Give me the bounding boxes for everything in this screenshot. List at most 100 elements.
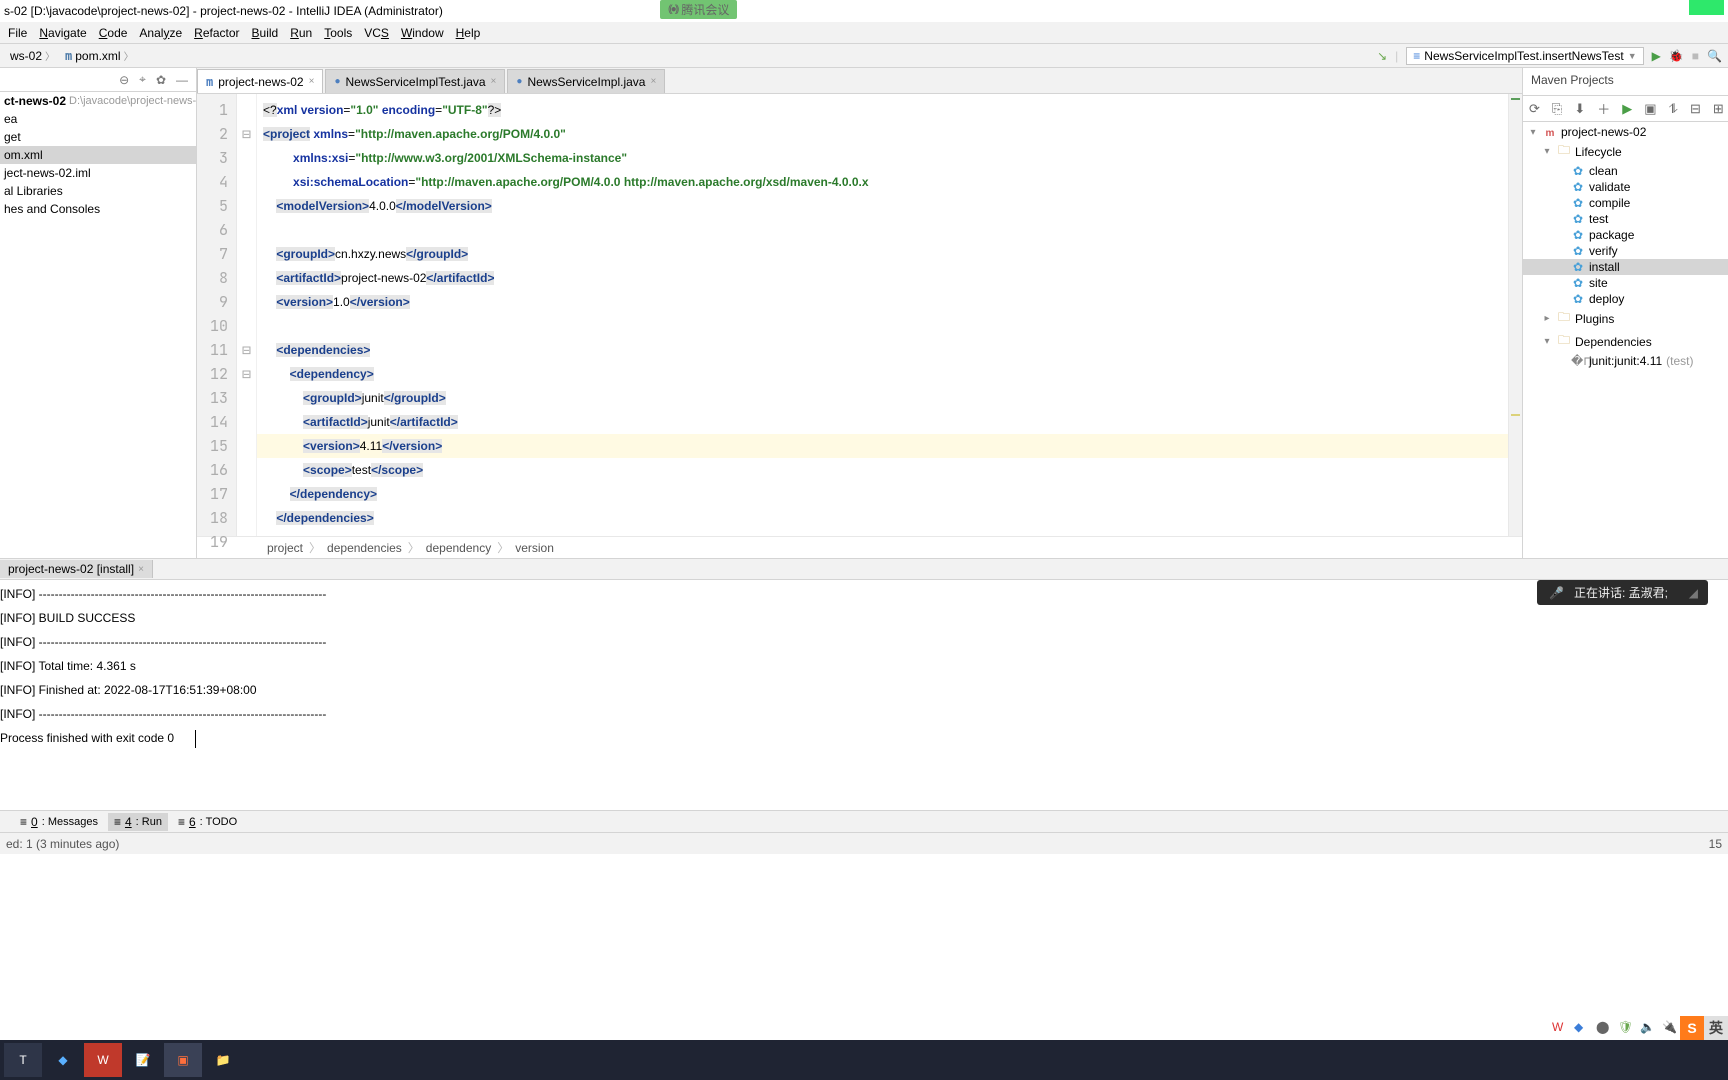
task-app[interactable]: 📁	[204, 1043, 242, 1077]
menu-window[interactable]: Window	[395, 24, 450, 42]
status-left: ed: 1 (3 minutes ago)	[6, 837, 119, 851]
exec-icon[interactable]: ▣	[1644, 101, 1656, 117]
project-tool-window: ⊖ ⌖ ✿ — ct-news-02 D:\javacode\project-n…	[0, 68, 197, 558]
close-icon[interactable]: ×	[138, 564, 144, 575]
console-output[interactable]: [INFO] ---------------------------------…	[0, 580, 1728, 810]
settings-icon[interactable]: ⊞	[1713, 101, 1724, 117]
maven-node[interactable]: ✿test	[1523, 211, 1728, 227]
editor-scrollbar[interactable]	[1508, 94, 1522, 536]
generate-icon[interactable]: ⎘	[1552, 101, 1562, 117]
window-control-placeholder	[1689, 0, 1724, 15]
task-app[interactable]: 📝	[124, 1043, 162, 1077]
hide-icon[interactable]: —	[176, 73, 188, 87]
tool-tab-messages[interactable]: ≡0: Messages	[14, 813, 104, 831]
status-bar: ed: 1 (3 minutes ago) 15	[0, 832, 1728, 854]
menu-refactor[interactable]: Refactor	[188, 24, 245, 42]
maven-node[interactable]: ✿deploy	[1523, 291, 1728, 307]
editor-tab[interactable]: NewsServiceImplTest.java×	[325, 69, 505, 93]
maven-node[interactable]: �⊓junit:junit:4.11 (test)	[1523, 353, 1728, 369]
project-item[interactable]: al Libraries	[0, 182, 196, 200]
mic-icon: 🎤	[1549, 586, 1564, 600]
search-icon[interactable]: 🔍	[1707, 49, 1722, 63]
close-icon[interactable]: ×	[650, 76, 656, 87]
maven-node[interactable]: ✿install	[1523, 259, 1728, 275]
menu-run[interactable]: Run	[284, 24, 318, 42]
task-app-intellij[interactable]: ▣	[164, 1043, 202, 1077]
menu-analyze[interactable]: Analyze	[133, 24, 188, 42]
maven-node[interactable]: ▾🗀Dependencies	[1523, 330, 1728, 353]
build-icon[interactable]: ↘	[1377, 49, 1387, 63]
toolbar: ws-02〉 mpom.xml〉 ↘ | ≡ NewsServiceImplTe…	[0, 44, 1728, 68]
download-icon[interactable]: ⬇	[1574, 101, 1585, 117]
taskbar: T ◆ W 📝 ▣ 📁	[0, 1040, 1728, 1080]
signal-icon: ◢	[1689, 586, 1698, 600]
titlebar: s-02 [D:\javacode\project-news-02] - pro…	[0, 0, 1728, 22]
add-icon[interactable]: ＋	[1597, 99, 1610, 118]
project-item[interactable]: hes and Consoles	[0, 200, 196, 218]
speaking-overlay: 🎤 正在讲话: 孟淑君; ◢	[1537, 580, 1708, 605]
breadcrumb-node[interactable]: dependency	[426, 541, 491, 555]
maven-node[interactable]: ▾mproject-news-02	[1523, 124, 1728, 140]
maven-node[interactable]: ▾🗀Lifecycle	[1523, 140, 1728, 163]
run-config-selector[interactable]: ≡ NewsServiceImplTest.insertNewsTest ▼	[1406, 47, 1643, 65]
editor-tab[interactable]: mproject-news-02×	[197, 69, 323, 93]
maven-node[interactable]: ✿compile	[1523, 195, 1728, 211]
menubar: FileNavigateCodeAnalyzeRefactorBuildRunT…	[0, 22, 1728, 44]
breadcrumb-node[interactable]: version	[515, 541, 554, 555]
menu-build[interactable]: Build	[246, 24, 285, 42]
menu-navigate[interactable]: Navigate	[33, 24, 92, 42]
maven-node[interactable]: ✿package	[1523, 227, 1728, 243]
close-icon[interactable]: ×	[491, 76, 497, 87]
maven-tool-window: Maven Projects ⟳ ⎘ ⬇ ＋ ▶ ▣ ⥮ ⊟ ⊞ ▾mproje…	[1522, 68, 1728, 558]
line-gutter: 12345678910111213141516171819	[197, 94, 237, 536]
maven-node[interactable]: ✿validate	[1523, 179, 1728, 195]
collapse-icon[interactable]: ⊖	[119, 73, 129, 87]
ime-indicator[interactable]: S 英	[1680, 1016, 1728, 1040]
menu-help[interactable]: Help	[450, 24, 487, 42]
window-title: s-02 [D:\javacode\project-news-02] - pro…	[4, 4, 443, 18]
menu-vcs[interactable]: VCS	[358, 24, 395, 42]
run-tab[interactable]: project-news-02 [install]×	[0, 560, 153, 578]
run-maven-icon[interactable]: ▶	[1622, 101, 1632, 117]
tool-tab-run[interactable]: ≡4: Run	[108, 813, 168, 831]
reimport-icon[interactable]: ⟳	[1529, 101, 1540, 117]
scroll-from-source-icon[interactable]: ⌖	[139, 72, 146, 87]
stop-icon[interactable]: ■	[1692, 49, 1699, 63]
maven-toolbar: ⟳ ⎘ ⬇ ＋ ▶ ▣ ⥮ ⊟ ⊞	[1523, 96, 1728, 122]
maven-node[interactable]: ✿verify	[1523, 243, 1728, 259]
project-item[interactable]: om.xml	[0, 146, 196, 164]
bottom-tool-tabs: ≡0: Messages≡4: Run≡6: TODO	[0, 810, 1728, 832]
toggle-icon[interactable]: ⥮	[1669, 101, 1678, 117]
project-item[interactable]: get	[0, 128, 196, 146]
debug-icon[interactable]: 🐞	[1669, 49, 1684, 63]
breadcrumb-item[interactable]: mpom.xml〉	[61, 47, 138, 64]
fold-gutter[interactable]: ⊟⊟⊟	[237, 94, 257, 536]
menu-file[interactable]: File	[2, 24, 33, 42]
maven-node[interactable]: ▸🗀Plugins	[1523, 307, 1728, 330]
project-item[interactable]: ject-news-02.iml	[0, 164, 196, 182]
collapse-all-icon[interactable]: ⊟	[1690, 101, 1701, 117]
task-app[interactable]: ◆	[44, 1043, 82, 1077]
meeting-badge: 腾讯会议	[660, 0, 737, 19]
task-app[interactable]: T	[4, 1043, 42, 1077]
editor: mproject-news-02×NewsServiceImplTest.jav…	[197, 68, 1522, 558]
menu-tools[interactable]: Tools	[318, 24, 358, 42]
editor-breadcrumb[interactable]: project〉dependencies〉dependency〉version	[197, 536, 1522, 558]
project-root[interactable]: ct-news-02 D:\javacode\project-news-02	[0, 92, 196, 110]
menu-code[interactable]: Code	[93, 24, 134, 42]
run-icon[interactable]: ▶	[1652, 49, 1661, 63]
task-app[interactable]: W	[84, 1043, 122, 1077]
run-tool-header: project-news-02 [install]×	[0, 558, 1728, 580]
breadcrumb-node[interactable]: project	[267, 541, 303, 555]
settings-icon[interactable]: ✿	[156, 73, 166, 87]
breadcrumb-item[interactable]: ws-02〉	[6, 47, 59, 64]
editor-tab[interactable]: NewsServiceImpl.java×	[507, 69, 665, 93]
code-area[interactable]: <?xml version="1.0" encoding="UTF-8"?><p…	[257, 94, 1508, 536]
tool-tab-todo[interactable]: ≡6: TODO	[172, 813, 243, 831]
breadcrumb-node[interactable]: dependencies	[327, 541, 402, 555]
maven-node[interactable]: ✿clean	[1523, 163, 1728, 179]
maven-title: Maven Projects	[1523, 68, 1728, 96]
project-item[interactable]: ea	[0, 110, 196, 128]
maven-node[interactable]: ✿site	[1523, 275, 1728, 291]
close-icon[interactable]: ×	[309, 76, 315, 87]
